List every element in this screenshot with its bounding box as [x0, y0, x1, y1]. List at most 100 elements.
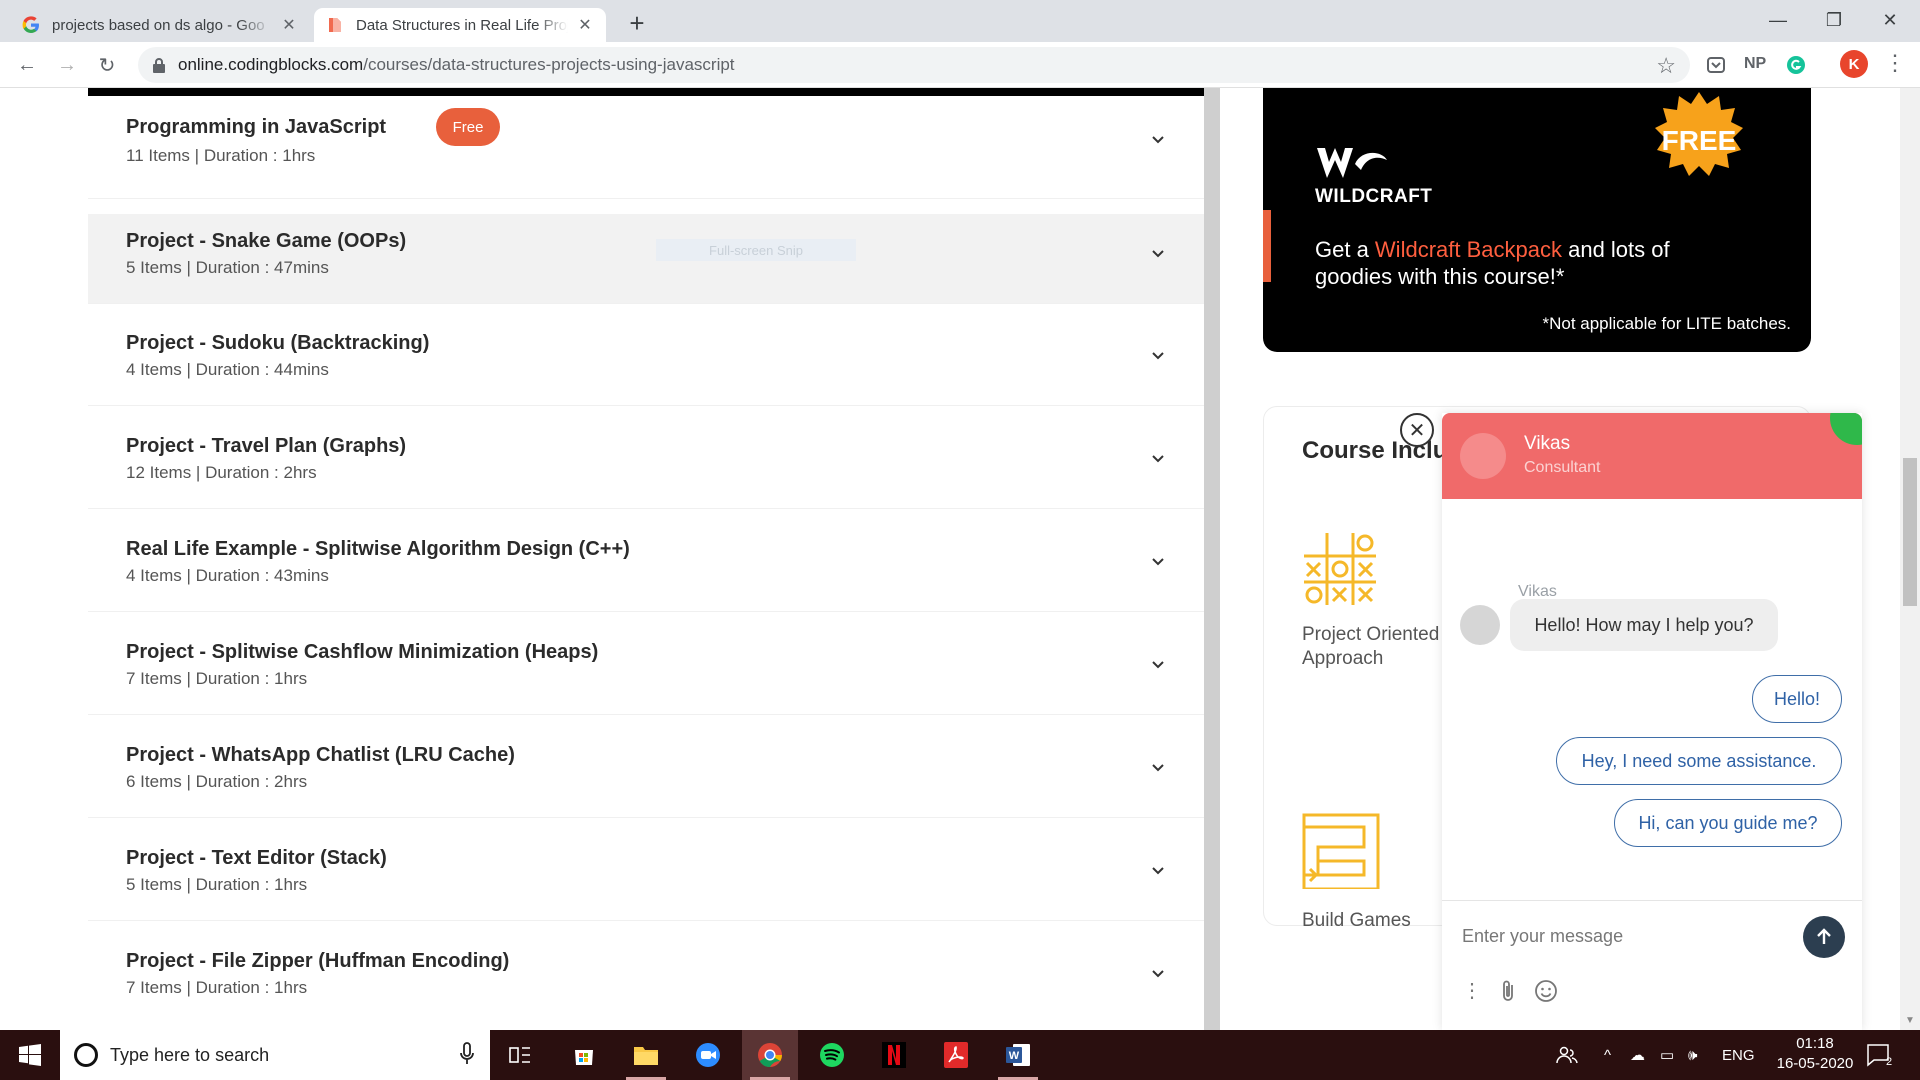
course-section[interactable]: Project - Text Editor (Stack) 5 Items | …	[88, 831, 1204, 921]
zoom-icon[interactable]	[680, 1030, 736, 1080]
word-icon[interactable]: W	[990, 1030, 1046, 1080]
chevron-down-icon[interactable]	[1150, 760, 1166, 776]
course-section[interactable]: Programming in JavaScript Free 11 Items …	[88, 96, 1204, 199]
bookmark-star-icon[interactable]: ☆	[1656, 53, 1676, 79]
more-options-icon[interactable]: ⋮	[1462, 978, 1482, 1003]
emoji-icon[interactable]	[1534, 979, 1558, 1003]
language-indicator[interactable]: ENG	[1722, 1030, 1755, 1080]
microphone-icon[interactable]	[460, 1042, 474, 1066]
np-extension-icon[interactable]: NP	[1744, 55, 1766, 73]
pocket-extension-icon[interactable]	[1706, 55, 1726, 75]
message-avatar	[1460, 605, 1500, 645]
section-meta: 11 Items | Duration : 1hrs	[126, 146, 316, 165]
notification-count: 2	[1886, 1056, 1892, 1067]
windows-taskbar: Type here to search W ^ ☁ ▭ 🕪 ENG 01:18 …	[0, 1030, 1920, 1080]
tic-tac-toe-icon	[1304, 533, 1376, 605]
chevron-down-icon[interactable]	[1150, 657, 1166, 673]
section-title: Project - Splitwise Cashflow Minimizatio…	[126, 641, 599, 663]
send-button[interactable]	[1803, 916, 1845, 958]
battery-icon[interactable]: ▭	[1660, 1030, 1674, 1080]
chevron-down-icon[interactable]	[1150, 348, 1166, 364]
onedrive-icon[interactable]: ☁	[1630, 1030, 1645, 1080]
close-tab-icon[interactable]: ✕	[576, 16, 594, 34]
free-badge: Free	[436, 108, 500, 146]
course-section[interactable]: Real Life Example - Splitwise Algorithm …	[88, 522, 1204, 612]
taskbar-clock[interactable]: 01:18 16-05-2020	[1775, 1034, 1855, 1074]
wildcraft-brand-text: WILDCRAFT	[1315, 186, 1433, 207]
quick-reply-button[interactable]: Hey, I need some assistance.	[1556, 737, 1842, 785]
notification-center-icon[interactable]: 2	[1866, 1030, 1892, 1080]
spotify-icon[interactable]	[804, 1030, 860, 1080]
chevron-down-icon[interactable]	[1150, 451, 1166, 467]
course-section[interactable]: Project - Snake Game (OOPs) Full-screen …	[88, 214, 1204, 304]
chevron-down-icon[interactable]	[1150, 863, 1166, 879]
chevron-down-icon[interactable]	[1150, 132, 1166, 148]
back-icon[interactable]: ←	[12, 50, 42, 80]
windows-start-button[interactable]	[0, 1030, 60, 1080]
list-scrollbar[interactable]	[1204, 88, 1220, 1030]
taskbar-search[interactable]: Type here to search	[60, 1030, 490, 1080]
course-section[interactable]: Project - WhatsApp Chatlist (LRU Cache) …	[88, 728, 1204, 818]
section-meta: 5 Items | Duration : 47mins	[126, 258, 329, 277]
tab-coding-blocks[interactable]: Data Structures in Real Life Proje ✕	[314, 8, 606, 42]
microsoft-store-icon[interactable]	[556, 1030, 612, 1080]
free-flame-badge: FREE	[1655, 92, 1743, 176]
chevron-down-icon[interactable]	[1150, 246, 1166, 262]
maximize-icon[interactable]: ❐	[1806, 0, 1862, 40]
wildcraft-logo-icon	[1317, 148, 1387, 178]
profile-avatar[interactable]: K	[1840, 50, 1868, 78]
quick-reply-button[interactable]: Hello!	[1752, 675, 1842, 723]
chat-message-input[interactable]: Enter your message	[1462, 926, 1623, 947]
maze-icon	[1302, 813, 1380, 889]
forward-icon[interactable]: →	[52, 50, 82, 80]
section-meta: 7 Items | Duration : 1hrs	[126, 978, 308, 997]
tab-title: Data Structures in Real Life Proje	[356, 16, 568, 34]
volume-icon[interactable]: 🕪	[1688, 1030, 1697, 1080]
minimize-icon[interactable]: —	[1750, 0, 1806, 40]
show-hidden-icons[interactable]: ^	[1604, 1030, 1611, 1080]
course-section[interactable]: Project - Splitwise Cashflow Minimizatio…	[88, 625, 1204, 715]
scroll-down-icon[interactable]: ▼	[1905, 1015, 1915, 1026]
address-bar[interactable]: online.codingblocks.com/courses/data-str…	[138, 47, 1690, 83]
section-meta: 7 Items | Duration : 1hrs	[126, 669, 308, 688]
chat-header: Vikas Consultant	[1442, 413, 1862, 499]
chevron-down-icon[interactable]	[1150, 966, 1166, 982]
course-section[interactable]: Project - File Zipper (Huffman Encoding)…	[88, 934, 1204, 1030]
promo-note: *Not applicable for LITE batches.	[1542, 314, 1791, 333]
reload-icon[interactable]: ↻	[92, 50, 122, 80]
list-top-border	[88, 88, 1204, 96]
attachment-icon[interactable]	[1500, 979, 1516, 1003]
grammarly-extension-icon[interactable]	[1786, 55, 1806, 75]
course-section[interactable]: Project - Travel Plan (Graphs) 12 Items …	[88, 419, 1204, 509]
scrollbar-thumb[interactable]	[1903, 458, 1917, 606]
new-tab-button[interactable]: +	[622, 8, 652, 38]
section-title: Project - Snake Game (OOPs)	[126, 230, 407, 252]
page-scrollbar[interactable]: ▼	[1900, 88, 1920, 1030]
promo-headline: Get a Wildcraft Backpack and lots of goo…	[1315, 237, 1670, 289]
people-icon[interactable]	[1556, 1030, 1578, 1080]
close-window-icon[interactable]: ✕	[1862, 0, 1918, 40]
section-meta: 12 Items | Duration : 2hrs	[126, 463, 317, 482]
agent-avatar	[1460, 433, 1506, 479]
browser-menu-icon[interactable]: ⋮	[1884, 52, 1906, 74]
tab-google-search[interactable]: projects based on ds algo - Goo ✕	[10, 8, 310, 42]
close-tab-icon[interactable]: ✕	[280, 16, 298, 34]
acrobat-icon[interactable]	[928, 1030, 984, 1080]
chat-close-button[interactable]: ✕	[1400, 413, 1434, 447]
agent-role: Consultant	[1524, 459, 1601, 476]
free-badge-text: FREE	[1662, 125, 1737, 156]
chevron-down-icon[interactable]	[1150, 554, 1166, 570]
task-view-icon[interactable]	[492, 1030, 548, 1080]
chrome-icon[interactable]	[742, 1030, 798, 1080]
section-title: Programming in JavaScript	[126, 116, 387, 138]
chat-divider	[1442, 900, 1862, 901]
section-meta: 4 Items | Duration : 43mins	[126, 566, 329, 585]
tab-title: projects based on ds algo - Goo	[52, 16, 265, 34]
section-title: Project - File Zipper (Huffman Encoding)	[126, 950, 510, 972]
wildcraft-promo-banner[interactable]: WILDCRAFT FREE Get a Wildcraft Backpack …	[1263, 88, 1811, 352]
quick-reply-button[interactable]: Hi, can you guide me?	[1614, 799, 1842, 847]
file-explorer-icon[interactable]	[618, 1030, 674, 1080]
netflix-icon[interactable]	[866, 1030, 922, 1080]
course-section[interactable]: Project - Sudoku (Backtracking) 4 Items …	[88, 316, 1204, 406]
section-title: Project - Text Editor (Stack)	[126, 847, 387, 869]
